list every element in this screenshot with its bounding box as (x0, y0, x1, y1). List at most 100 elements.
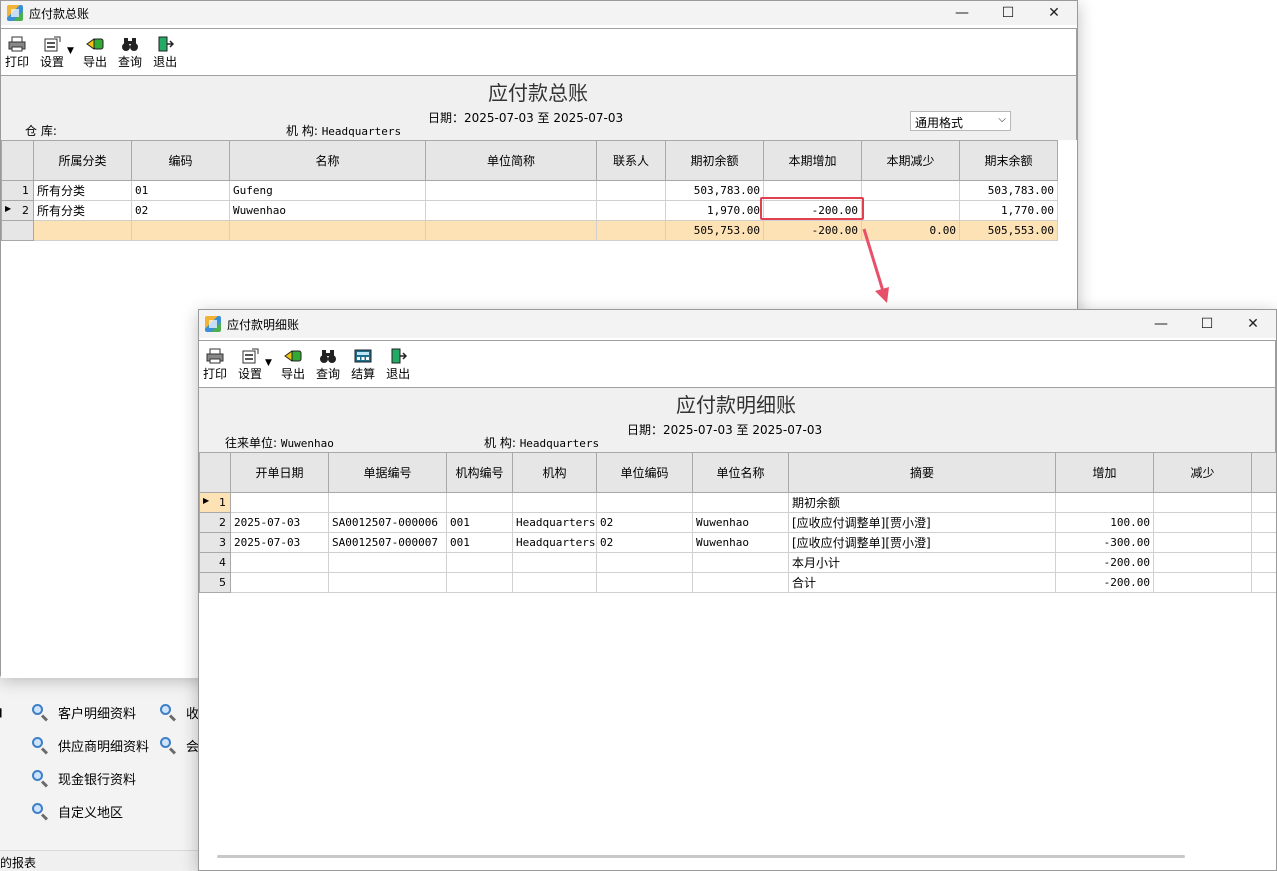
cell[interactable] (446, 552, 513, 573)
detail-table[interactable]: 开单日期 单据编号 机构编号 机构 单位编码 单位名称 摘要 增加 减少 ▶ 1 期… (199, 452, 1276, 593)
bg-link-supplier-details[interactable]: 供应商明细资料 (31, 735, 149, 755)
cell[interactable]: 期初余额 (788, 492, 1056, 513)
format-select[interactable]: 通用格式 ⌵ (910, 111, 1011, 131)
column-header[interactable]: 本期增加 (763, 140, 862, 181)
cell[interactable]: Wuwenhao (229, 200, 426, 221)
cell[interactable] (328, 492, 447, 513)
cell[interactable] (1153, 532, 1252, 553)
print-button[interactable]: 打印 (203, 348, 227, 382)
column-header[interactable]: 摘要 (788, 452, 1056, 493)
column-header[interactable]: 单位简称 (425, 140, 597, 181)
column-header[interactable]: 期初余额 (665, 140, 764, 181)
cell[interactable] (596, 572, 693, 593)
query-button[interactable]: 查询 (118, 36, 142, 70)
cell[interactable] (692, 552, 789, 573)
cell[interactable]: 1,970.00 (665, 200, 764, 221)
cell[interactable] (512, 572, 597, 593)
settings-button[interactable]: 设置 (40, 36, 64, 70)
cell[interactable]: Wuwenhao (692, 532, 789, 553)
maximize-button[interactable]: ☐ (985, 1, 1031, 25)
cell[interactable] (1055, 492, 1154, 513)
column-header[interactable]: 所属分类 (33, 140, 132, 181)
cell[interactable]: 001 (446, 532, 513, 553)
query-button[interactable]: 查询 (316, 348, 340, 382)
bg-link-partial-member[interactable]: 会 (159, 735, 199, 755)
cell[interactable]: 503,783.00 (959, 180, 1058, 201)
column-header[interactable]: 本期减少 (861, 140, 960, 181)
export-button[interactable]: 导出 (281, 348, 305, 382)
cell[interactable] (230, 552, 329, 573)
chevron-down-icon[interactable]: ▼ (67, 44, 75, 56)
cell[interactable] (861, 200, 960, 221)
cell[interactable]: Wuwenhao (692, 512, 789, 533)
table-row[interactable]: 3 2025-07-03 SA0012507-000007 001 Headquarte… (199, 532, 1276, 553)
cell[interactable] (1153, 492, 1252, 513)
cell[interactable] (230, 572, 329, 593)
cell[interactable]: Headquarters (512, 532, 597, 553)
cell[interactable] (425, 200, 597, 221)
minimize-button[interactable]: — (1138, 310, 1184, 338)
cell[interactable]: SA0012507-000007 (328, 532, 447, 553)
cell[interactable]: 01 (131, 180, 230, 201)
column-header[interactable]: 减少 (1153, 452, 1252, 493)
cell[interactable] (446, 572, 513, 593)
cell[interactable]: 02 (131, 200, 230, 221)
cell[interactable] (230, 492, 329, 513)
cell[interactable] (512, 552, 597, 573)
cell[interactable]: SA0012507-000006 (328, 512, 447, 533)
cell[interactable] (692, 492, 789, 513)
bg-link-custom-region[interactable]: 自定义地区 (31, 801, 123, 821)
cell[interactable] (1153, 552, 1252, 573)
column-header[interactable]: 编码 (131, 140, 230, 181)
cell[interactable] (328, 552, 447, 573)
column-header[interactable]: 期末余额 (959, 140, 1058, 181)
cell[interactable]: -200.00 (1055, 572, 1154, 593)
table-row-selected[interactable]: ▶ 1 期初余额 (199, 492, 1276, 513)
cell[interactable]: 2025-07-03 (230, 532, 329, 553)
maximize-button[interactable]: ☐ (1184, 310, 1230, 338)
cell[interactable] (596, 180, 666, 201)
minimize-button[interactable]: — (939, 1, 985, 25)
horizontal-scrollbar[interactable] (217, 855, 1185, 858)
cell[interactable] (861, 180, 960, 201)
cell[interactable]: -300.00 (1055, 532, 1154, 553)
cell[interactable] (512, 492, 597, 513)
column-header[interactable]: 机构 (512, 452, 597, 493)
column-header[interactable]: 单据编号 (328, 452, 447, 493)
column-header[interactable]: 机构编号 (446, 452, 513, 493)
exit-button[interactable]: 退出 (153, 36, 177, 70)
cell[interactable] (692, 572, 789, 593)
total-row[interactable]: 505,753.00 -200.00 0.00 505,553.00 (1, 220, 1058, 241)
table-row[interactable]: 4 本月小计 -200.00 (199, 552, 1276, 573)
ledger-table[interactable]: 所属分类 编码 名称 单位简称 联系人 期初余额 本期增加 本期减少 期末余额 … (1, 140, 1058, 241)
table-row[interactable]: 1 所有分类 01 Gufeng 503,783.00 503,783.00 (1, 180, 1058, 201)
cell[interactable]: 所有分类 (33, 180, 132, 201)
cell[interactable]: -200.00 (1055, 552, 1154, 573)
settle-button[interactable]: 结算 (351, 348, 375, 382)
cell[interactable]: 所有分类 (33, 200, 132, 221)
export-button[interactable]: 导出 (83, 36, 107, 70)
column-header[interactable]: 增加 (1055, 452, 1154, 493)
close-button[interactable]: ✕ (1230, 310, 1276, 338)
cell[interactable]: 100.00 (1055, 512, 1154, 533)
cell[interactable]: 02 (596, 532, 693, 553)
cell[interactable] (1153, 512, 1252, 533)
cell[interactable]: 02 (596, 512, 693, 533)
bg-link-customer-details[interactable]: 客户明细资料 (31, 702, 136, 722)
cell[interactable] (328, 572, 447, 593)
table-row-selected[interactable]: ▶ 2 所有分类 02 Wuwenhao 1,970.00 -200.00 1,7… (1, 200, 1058, 221)
cell[interactable] (596, 492, 693, 513)
cell[interactable]: 503,783.00 (665, 180, 764, 201)
print-button[interactable]: 打印 (5, 36, 29, 70)
cell[interactable] (596, 552, 693, 573)
cell[interactable] (425, 180, 597, 201)
cell[interactable] (1153, 572, 1252, 593)
chevron-down-icon[interactable]: ▼ (265, 356, 273, 368)
table-row[interactable]: 5 合计 -200.00 (199, 572, 1276, 593)
bg-link-cash-bank[interactable]: 现金银行资料 (31, 768, 136, 788)
cell[interactable]: 001 (446, 512, 513, 533)
column-header[interactable]: 单位编码 (596, 452, 693, 493)
cell[interactable]: 1,770.00 (959, 200, 1058, 221)
bg-link-partial-receive[interactable]: 收 (159, 702, 199, 722)
exit-button[interactable]: 退出 (386, 348, 410, 382)
